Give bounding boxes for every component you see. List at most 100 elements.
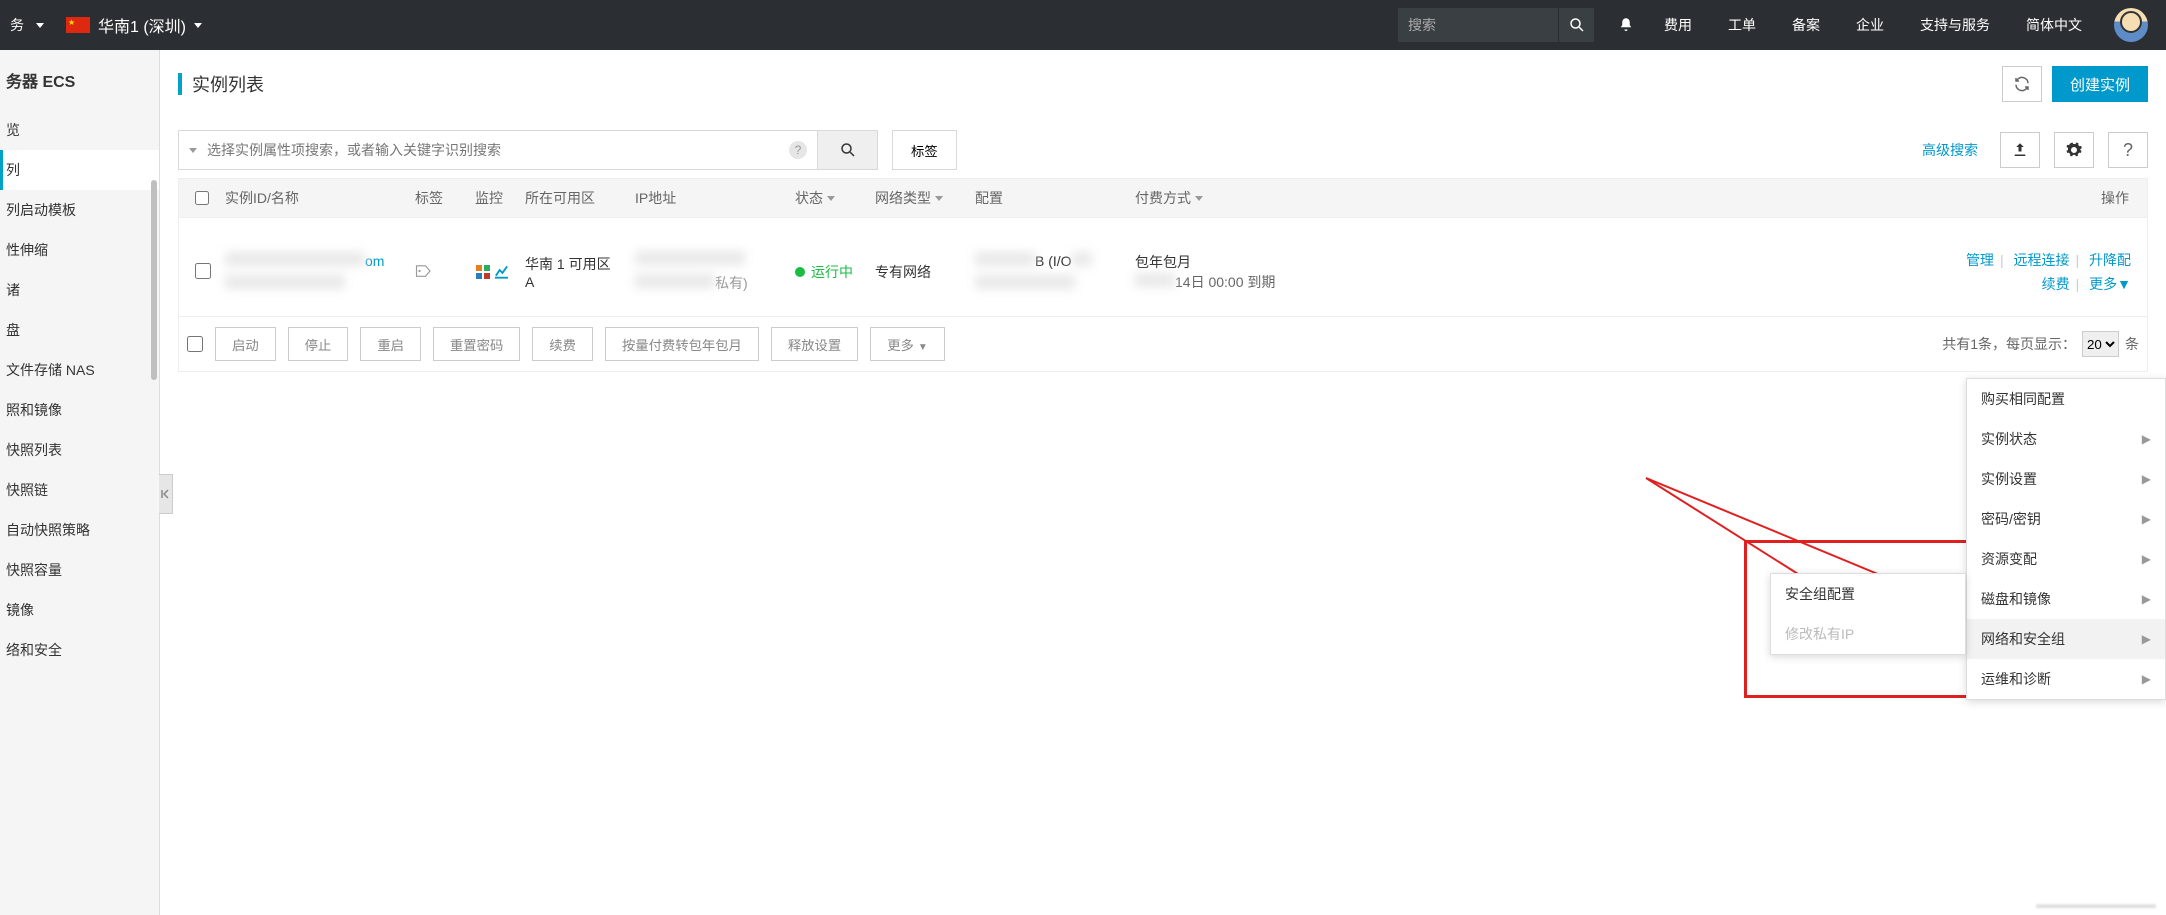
th-status[interactable]: 状态 — [787, 188, 867, 208]
topnav-beian[interactable]: 备案 — [1774, 0, 1838, 50]
caret-down-icon — [189, 148, 197, 153]
sidebar-item-overview[interactable]: 览 — [0, 110, 159, 150]
batch-release-button[interactable]: 释放设置 — [771, 327, 858, 361]
select-all-checkbox[interactable] — [195, 190, 209, 206]
main-content: 实例列表 创建实例 选择实例属性项搜索，或者输入关键字识别搜索 ? 标签 高级搜… — [160, 50, 2166, 915]
export-button[interactable] — [2000, 132, 2040, 168]
batch-more-button[interactable]: 更多 — [870, 327, 945, 361]
more-network-security[interactable]: 网络和安全组▶ — [1967, 619, 2165, 659]
sidebar-item-nas[interactable]: 文件存储 NAS — [0, 350, 159, 390]
topnav-fees[interactable]: 费用 — [1646, 0, 1710, 50]
topnav-enterprise[interactable]: 企业 — [1838, 0, 1902, 50]
cell-tag[interactable] — [407, 264, 467, 281]
status-dot-icon — [795, 267, 805, 277]
table-header: 实例ID/名称 标签 监控 所在可用区 IP地址 状态 网络类型 配置 付费方式… — [178, 178, 2148, 218]
top-search-input[interactable] — [1398, 8, 1558, 42]
th-monitor: 监控 — [467, 188, 517, 208]
chevron-right-icon: ▶ — [2142, 592, 2151, 606]
th-id: 实例ID/名称 — [217, 188, 407, 208]
action-scale[interactable]: 升降配 — [2089, 252, 2131, 268]
topnav-lang[interactable]: 简体中文 — [2008, 0, 2100, 50]
sidebar-item-snapshot-capacity[interactable]: 快照容量 — [0, 550, 159, 590]
page-header: 实例列表 创建实例 — [178, 66, 2148, 102]
user-avatar[interactable] — [2114, 8, 2148, 42]
table-row: om 华南 1 可用区 A 私有) 运行中 专有网络 B (I/O — [178, 218, 2148, 317]
more-ops-diag[interactable]: 运维和诊断▶ — [1967, 659, 2165, 699]
create-instance-button[interactable]: 创建实例 — [2052, 66, 2148, 102]
topnav-ticket[interactable]: 工单 — [1710, 0, 1774, 50]
pager: 共有1条，每页显示： 20 条 — [1942, 331, 2139, 357]
more-disk-image[interactable]: 磁盘和镜像▶ — [1967, 579, 2165, 619]
sidebar-item-storage[interactable]: 诸 — [0, 270, 159, 310]
chevron-right-icon: ▶ — [2142, 512, 2151, 526]
more-resource-change[interactable]: 资源变配▶ — [1967, 539, 2165, 579]
more-instance-settings[interactable]: 实例设置▶ — [1967, 459, 2165, 499]
china-flag-icon — [66, 17, 90, 33]
help-button[interactable]: ? — [2108, 132, 2148, 168]
more-menu: 购买相同配置 实例状态▶ 实例设置▶ 密码/密钥▶ 资源变配▶ 磁盘和镜像▶ 网… — [1966, 378, 2166, 700]
sidebar-item-snapshot-list[interactable]: 快照列表 — [0, 430, 159, 470]
batch-renew-button[interactable]: 续费 — [532, 327, 593, 361]
sidebar-item-snapshot-chain[interactable]: 快照链 — [0, 470, 159, 510]
sidebar-item-clouddisk[interactable]: 盘 — [0, 310, 159, 350]
th-paytype[interactable]: 付费方式 — [1127, 188, 1307, 208]
pager-unit: 条 — [2125, 334, 2139, 354]
notifications-button[interactable] — [1606, 16, 1646, 34]
chart-icon — [494, 264, 509, 280]
th-config: 配置 — [967, 188, 1127, 208]
sidebar-item-auto-snapshot-policy[interactable]: 自动快照策略 — [0, 510, 159, 550]
more-buy-same[interactable]: 购买相同配置 — [1967, 379, 2165, 419]
topbar: 务 华南1 (深圳) 费用 工单 备案 企业 支持与服务 简体中文 — [0, 0, 2166, 50]
sidebar-item-instances[interactable]: 列 — [0, 150, 159, 190]
top-search-button[interactable] — [1558, 8, 1594, 42]
page-title: 实例列表 — [192, 71, 264, 97]
tag-icon — [415, 264, 433, 278]
batch-stop-button[interactable]: 停止 — [288, 327, 349, 361]
pager-total: 共有1条，每页显示： — [1942, 334, 2076, 354]
settings-button[interactable] — [2054, 132, 2094, 168]
batch-convert-button[interactable]: 按量付费转包年包月 — [605, 327, 759, 361]
action-renew[interactable]: 续费 — [2042, 276, 2070, 292]
caret-down-icon — [935, 196, 943, 201]
sidebar-item-autoscaling[interactable]: 性伸缩 — [0, 230, 159, 270]
th-nettype[interactable]: 网络类型 — [867, 188, 967, 208]
caret-down-icon — [194, 23, 202, 28]
service-menu-suffix[interactable]: 务 — [10, 15, 24, 35]
row-checkbox[interactable] — [195, 263, 211, 279]
topnav-support[interactable]: 支持与服务 — [1902, 0, 2008, 50]
attribute-search-button[interactable] — [818, 130, 878, 170]
th-ops: 操作 — [2093, 188, 2139, 208]
submenu-security-group[interactable]: 安全组配置 — [1771, 574, 1965, 614]
action-manage[interactable]: 管理 — [1966, 252, 1994, 268]
cell-monitor[interactable] — [467, 264, 517, 280]
sidebar: 务器 ECS 览 列 列启动模板 性伸缩 诸 盘 文件存储 NAS 照和镜像 快… — [0, 50, 160, 915]
attribute-search-placeholder: 选择实例属性项搜索，或者输入关键字识别搜索 — [207, 140, 789, 160]
cell-config: B (I/O — [967, 252, 1127, 292]
cell-status: 运行中 — [787, 262, 867, 282]
help-icon[interactable]: ? — [789, 141, 807, 159]
batch-restart-button[interactable]: 重启 — [360, 327, 421, 361]
action-more[interactable]: 更多▼ — [2089, 276, 2131, 292]
chevron-right-icon: ▶ — [2142, 672, 2151, 686]
region-selector[interactable]: 华南1 (深圳) — [52, 0, 216, 50]
sidebar-item-image[interactable]: 镜像 — [0, 590, 159, 630]
batch-start-button[interactable]: 启动 — [215, 327, 276, 361]
caret-down-icon — [1195, 196, 1203, 201]
action-remote[interactable]: 远程连接 — [2013, 252, 2069, 268]
batch-select-checkbox[interactable] — [187, 336, 203, 352]
chevron-right-icon: ▶ — [2142, 632, 2151, 646]
attribute-search[interactable]: 选择实例属性项搜索，或者输入关键字识别搜索 ? — [178, 130, 818, 170]
sidebar-item-net-security[interactable]: 络和安全 — [0, 630, 159, 670]
pager-select[interactable]: 20 — [2082, 331, 2119, 357]
refresh-button[interactable] — [2002, 66, 2042, 102]
sidebar-item-launch-template[interactable]: 列启动模板 — [0, 190, 159, 230]
scrollbar-thumb[interactable] — [151, 180, 157, 380]
batch-resetpw-button[interactable]: 重置密码 — [433, 327, 520, 361]
advanced-search-link[interactable]: 高级搜索 — [1922, 140, 1978, 160]
more-instance-status[interactable]: 实例状态▶ — [1967, 419, 2165, 459]
caret-down-icon — [36, 23, 44, 28]
sidebar-item-snapshot-image[interactable]: 照和镜像 — [0, 390, 159, 430]
title-accent-bar — [178, 73, 182, 95]
more-password-key[interactable]: 密码/密钥▶ — [1967, 499, 2165, 539]
tag-filter-button[interactable]: 标签 — [892, 130, 957, 170]
